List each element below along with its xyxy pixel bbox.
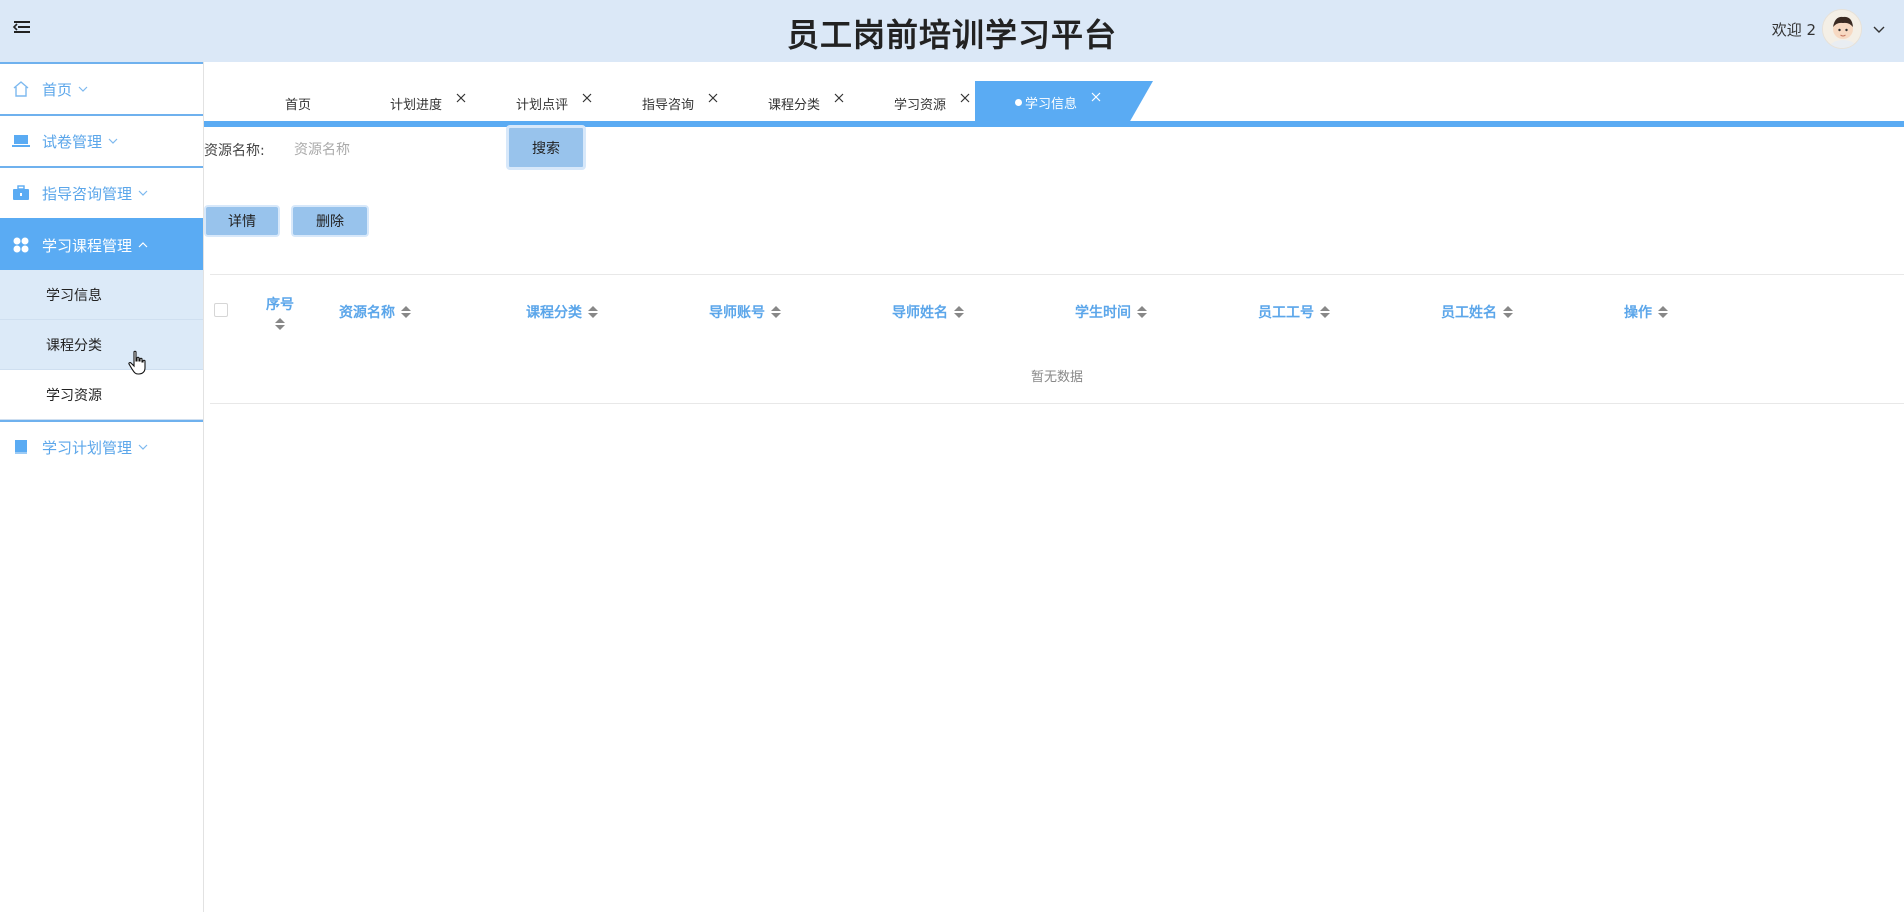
column-header-employee-id[interactable]: 员工工号 (1258, 275, 1330, 349)
sidebar-item-label: 首页 (42, 80, 73, 99)
sort-icon[interactable] (954, 306, 964, 318)
column-label: 资源名称 (339, 305, 395, 321)
tabs-underline (204, 121, 1904, 127)
laptop-icon (12, 135, 30, 147)
column-label: 序号 (266, 297, 294, 313)
column-header-student-time[interactable]: 学生时间 (1075, 275, 1147, 349)
sort-icon[interactable] (1503, 306, 1513, 318)
column-header-resource-name[interactable]: 资源名称 (339, 275, 411, 349)
active-dot-icon (1015, 98, 1022, 106)
avatar[interactable] (1822, 9, 1862, 49)
chevron-down-icon (108, 138, 118, 144)
column-label: 员工工号 (1258, 305, 1314, 321)
tab-label: 学习信息 (1025, 96, 1078, 112)
table-header: 序号 资源名称 课程分类 导师账号 导师姓名 学生时间 员工工号 员工姓名 操作 (210, 274, 1904, 348)
column-label: 导师账号 (709, 305, 765, 321)
welcome-text: 欢迎 2 (1771, 20, 1816, 39)
home-icon (13, 81, 29, 97)
sort-icon[interactable] (275, 318, 285, 330)
column-label: 员工姓名 (1441, 305, 1497, 321)
column-label: 学生时间 (1075, 305, 1131, 321)
top-header: 员工岗前培训学习平台 欢迎 2 (0, 0, 1904, 62)
chevron-down-icon (138, 190, 148, 196)
sidebar: 首页 试卷管理 指导咨询管理 学习课程管理 学习信息 课程分类 学习资源 学习计… (0, 62, 204, 912)
delete-button[interactable]: 删除 (291, 205, 369, 237)
resource-name-label: 资源名称: (204, 143, 265, 159)
sort-icon[interactable] (1658, 306, 1668, 318)
tab-label: 学习资源 (894, 97, 947, 113)
apps-icon (13, 237, 29, 253)
sidebar-item-label: 学习课程管理 (42, 236, 133, 255)
chevron-down-icon[interactable] (1872, 22, 1886, 36)
chevron-up-icon (138, 242, 148, 248)
chevron-down-icon (78, 86, 88, 92)
sidebar-subitem-study-info[interactable]: 学习信息 (0, 270, 203, 320)
tab-label: 课程分类 (768, 97, 821, 113)
chevron-down-icon (138, 444, 148, 450)
tab-plan-review[interactable]: 计划点评 (516, 82, 592, 124)
resource-name-input[interactable] (282, 133, 492, 165)
tab-study-info[interactable]: 学习信息 (975, 81, 1154, 123)
hand-cursor-icon (128, 350, 146, 375)
app-title: 员工岗前培训学习平台 (786, 16, 1117, 54)
sidebar-subitem-study-resource[interactable]: 学习资源 (0, 370, 203, 420)
sidebar-subitem-label: 课程分类 (46, 337, 102, 354)
sidebar-item-exam[interactable]: 试卷管理 (0, 114, 203, 166)
tab-plan-progress[interactable]: 计划进度 (390, 82, 466, 124)
tabs-bar: 首页 计划进度 计划点评 指导咨询 课程分类 学习资源 学习信息 (204, 62, 1904, 128)
data-table: 序号 资源名称 课程分类 导师账号 导师姓名 学生时间 员工工号 员工姓名 操作… (210, 274, 1904, 404)
sort-icon[interactable] (1320, 306, 1330, 318)
close-icon[interactable] (834, 93, 844, 103)
column-label: 导师姓名 (892, 305, 948, 321)
tab-course-category[interactable]: 课程分类 (768, 82, 844, 124)
user-menu[interactable]: 欢迎 2 (1772, 6, 1886, 52)
sidebar-item-label: 学习计划管理 (42, 438, 133, 457)
sidebar-item-label: 试卷管理 (42, 132, 103, 151)
book-icon (15, 440, 27, 454)
search-button[interactable]: 搜索 (506, 125, 586, 170)
column-header-employee-name[interactable]: 员工姓名 (1441, 275, 1513, 349)
close-icon[interactable] (708, 93, 718, 103)
sidebar-subitem-course-category[interactable]: 课程分类 (0, 320, 203, 370)
column-header-seq[interactable]: 序号 (266, 275, 294, 349)
column-header-actions[interactable]: 操作 (1624, 275, 1668, 349)
sort-icon[interactable] (588, 306, 598, 318)
column-header-tutor-name[interactable]: 导师姓名 (892, 275, 964, 349)
column-label: 操作 (1624, 305, 1652, 321)
sort-icon[interactable] (771, 306, 781, 318)
sidebar-subitem-label: 学习资源 (46, 387, 102, 404)
tab-study-resource[interactable]: 学习资源 (894, 82, 970, 124)
briefcase-icon (13, 185, 29, 200)
column-label: 课程分类 (526, 305, 582, 321)
tab-label: 指导咨询 (642, 97, 695, 113)
sidebar-item-plan[interactable]: 学习计划管理 (0, 420, 203, 472)
sidebar-subitem-label: 学习信息 (46, 287, 102, 304)
close-icon[interactable] (1091, 92, 1101, 102)
sidebar-item-course[interactable]: 学习课程管理 (0, 218, 203, 270)
tab-label: 计划点评 (516, 97, 569, 113)
sidebar-item-label: 指导咨询管理 (42, 184, 133, 203)
column-header-tutor-account[interactable]: 导师账号 (709, 275, 781, 349)
sidebar-item-consult[interactable]: 指导咨询管理 (0, 166, 203, 218)
column-header-course-category[interactable]: 课程分类 (526, 275, 598, 349)
tab-label: 首页 (285, 97, 312, 113)
select-all-checkbox[interactable] (214, 303, 228, 317)
tab-label: 计划进度 (390, 97, 443, 113)
close-icon[interactable] (456, 93, 466, 103)
close-icon[interactable] (582, 93, 592, 103)
close-icon[interactable] (960, 93, 970, 103)
detail-button[interactable]: 详情 (204, 205, 280, 237)
sidebar-item-home[interactable]: 首页 (0, 62, 203, 114)
tab-home[interactable]: 首页 (285, 82, 311, 124)
sort-icon[interactable] (401, 306, 411, 318)
sort-icon[interactable] (1137, 306, 1147, 318)
tab-consult[interactable]: 指导咨询 (642, 82, 718, 124)
empty-state: 暂无数据 (210, 348, 1904, 404)
